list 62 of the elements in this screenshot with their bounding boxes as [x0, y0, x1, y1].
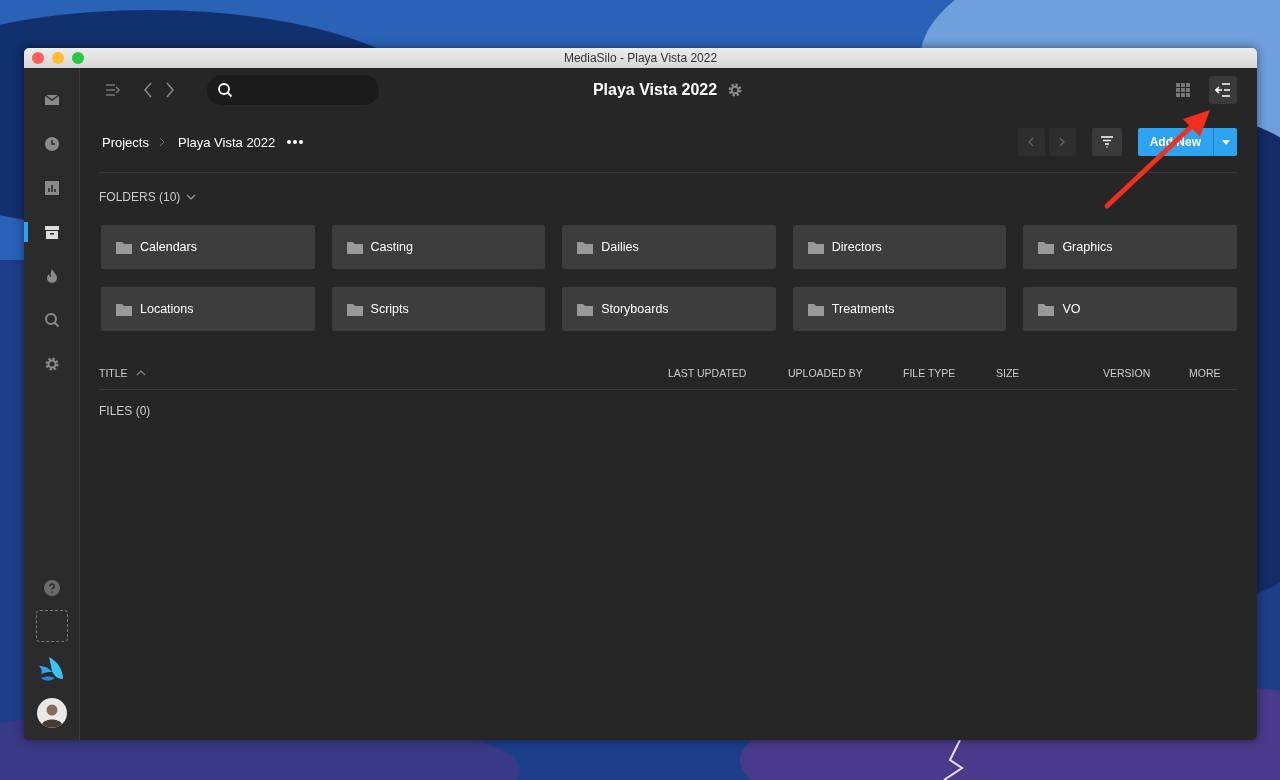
chevron-left-icon	[1028, 137, 1035, 147]
menu-icon	[105, 83, 121, 97]
panel-toggle-button[interactable]	[1209, 76, 1237, 104]
chevron-right-icon	[165, 82, 175, 98]
column-header[interactable]: SIZE	[996, 367, 1020, 379]
chevron-right-icon	[1059, 137, 1066, 147]
folder-icon	[346, 302, 363, 316]
folder-icon	[1038, 240, 1055, 254]
grid-icon	[1176, 83, 1190, 97]
folder-icon	[807, 240, 824, 254]
folder-icon	[116, 302, 132, 316]
folder-tile[interactable]: Scripts	[331, 287, 546, 331]
column-header[interactable]: UPLOADED BY	[788, 367, 863, 379]
close-button[interactable]	[32, 52, 44, 64]
chevron-left-icon	[143, 82, 153, 98]
breadcrumb-link[interactable]: Playa Vista 2022	[174, 134, 276, 150]
search-field[interactable]	[207, 75, 379, 105]
folder-tile[interactable]: Calendars	[101, 225, 315, 269]
folder-tile[interactable]: Graphics	[1023, 225, 1237, 269]
settings-icon	[43, 356, 60, 372]
folder-tile[interactable]: Storyboards	[562, 287, 776, 331]
column-header[interactable]: VERSION	[1103, 367, 1151, 379]
folder-icon	[577, 302, 594, 316]
folder-icon	[577, 240, 594, 254]
archive-icon	[43, 224, 60, 240]
column-header[interactable]: TITLE	[99, 367, 128, 379]
avatar[interactable]	[36, 698, 67, 728]
arrow-left-lines-icon	[1215, 83, 1231, 97]
folder-tile[interactable]: Locations	[101, 287, 315, 331]
folder-tile[interactable]: Dailies	[562, 225, 776, 269]
column-header[interactable]: MORE	[1189, 367, 1221, 379]
breadcrumb-link[interactable]: Projects	[99, 134, 149, 150]
filter-button[interactable]	[1091, 128, 1122, 156]
caret-icon	[1221, 139, 1230, 145]
folder-tile[interactable]: Treatments	[792, 287, 1007, 331]
folder-icon	[807, 302, 824, 316]
folder-icon	[116, 240, 132, 254]
chart-icon	[43, 180, 60, 196]
settings-icon[interactable]	[727, 82, 744, 98]
sort-ascending-icon[interactable]	[135, 370, 146, 376]
search-icon	[43, 312, 60, 328]
folder-icon	[346, 240, 363, 254]
search-icon	[217, 82, 233, 98]
column-header[interactable]: FILE TYPE	[903, 367, 956, 379]
folder-tile[interactable]: Directors	[792, 225, 1007, 269]
files-count: FILES (0)	[99, 404, 152, 418]
filter-icon	[1099, 136, 1114, 148]
more-icon[interactable]	[287, 140, 304, 144]
column-header[interactable]: LAST UPDATED	[668, 367, 747, 379]
chevron-right-icon	[158, 137, 165, 147]
folder-icon	[1038, 302, 1055, 316]
help-icon[interactable]	[43, 580, 60, 596]
add-dropdown-button[interactable]	[1213, 128, 1237, 156]
chevron-down-icon[interactable]	[186, 194, 197, 200]
mail-icon	[43, 92, 60, 108]
folder-tile[interactable]: Casting	[331, 225, 546, 269]
placeholder-slot[interactable]	[35, 610, 68, 642]
clock-icon	[43, 136, 60, 152]
window-title: MediaSilo - Playa Vista 2022	[563, 51, 718, 65]
project-title: Playa Vista 2022	[592, 81, 718, 99]
folder-tile[interactable]: VO	[1023, 287, 1237, 331]
folders-header: FOLDERS (10)	[99, 190, 181, 204]
